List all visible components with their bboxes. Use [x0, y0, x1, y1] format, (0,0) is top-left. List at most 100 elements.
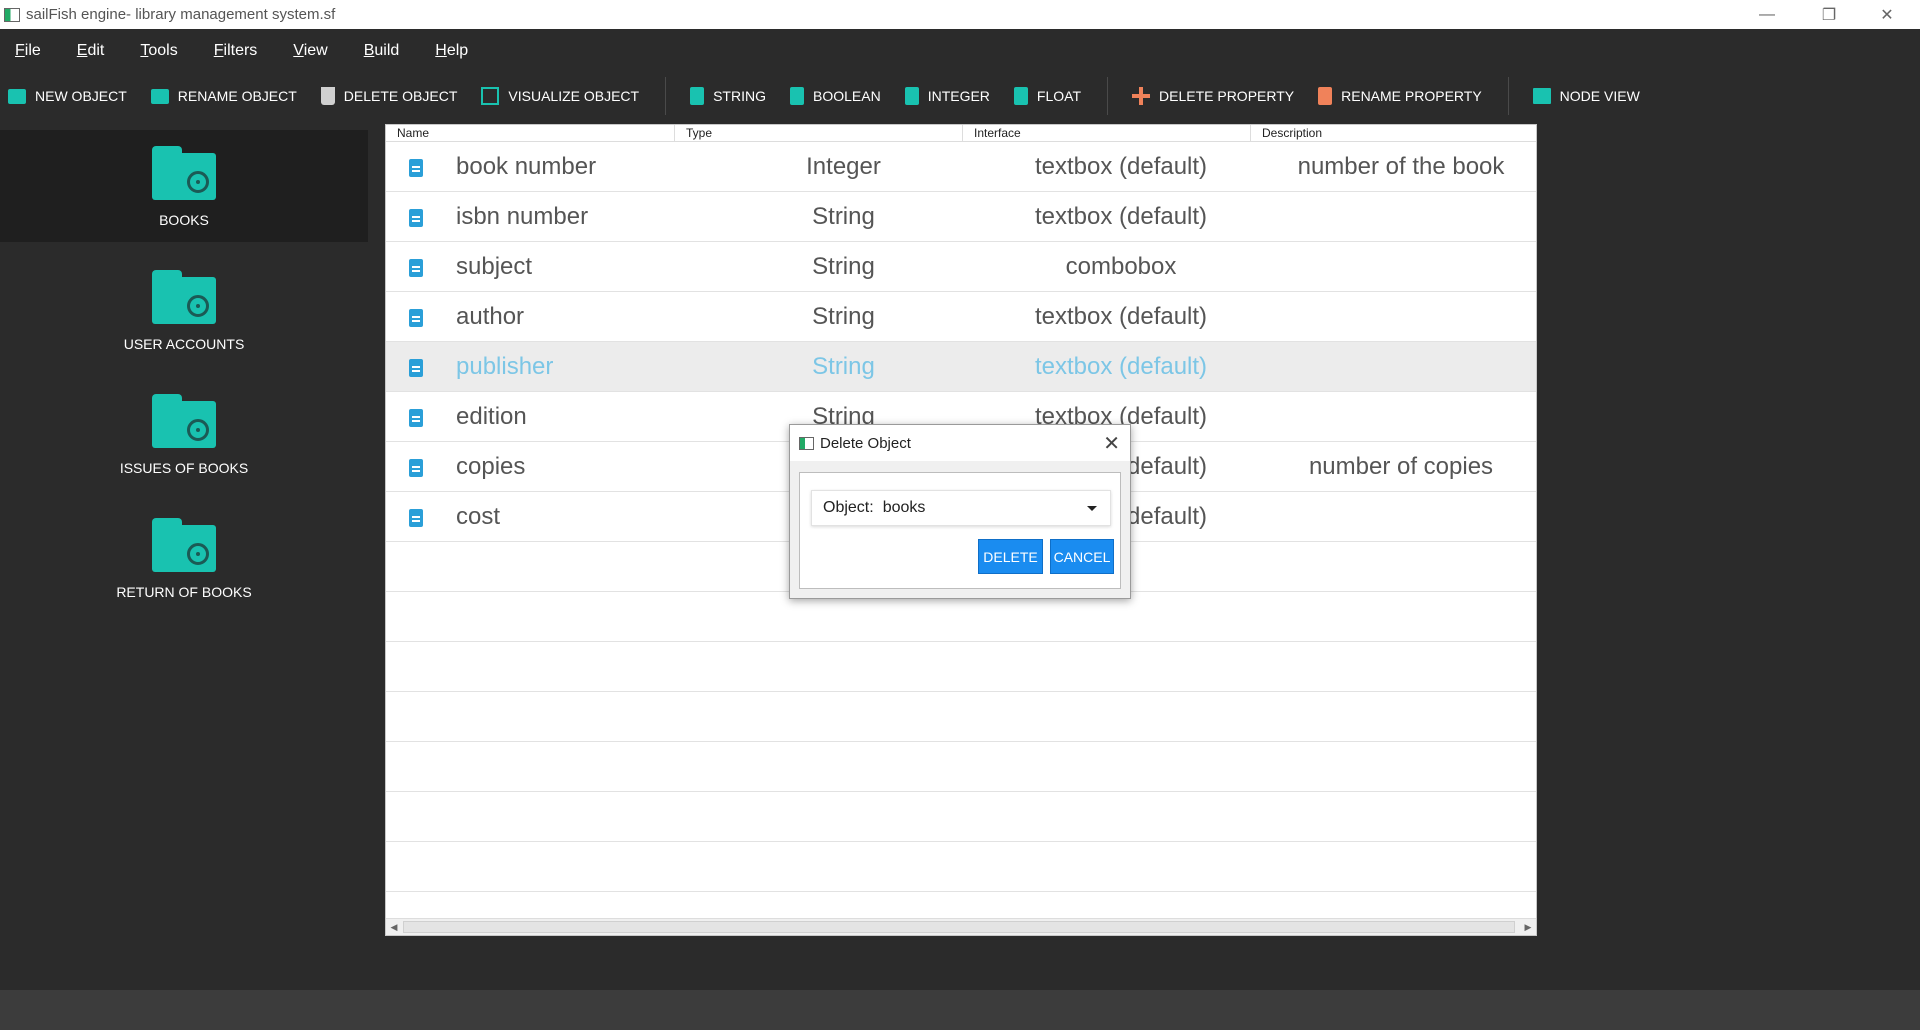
sidebar-item-return-of-books[interactable]: RETURN OF BOOKS: [0, 502, 368, 614]
rename-property-button[interactable]: RENAME PROPERTY: [1318, 87, 1482, 105]
column-header-description[interactable]: Description: [1251, 125, 1536, 141]
visualize-icon: [481, 87, 500, 105]
node-view-button[interactable]: NODE VIEW: [1532, 88, 1640, 104]
node-view-icon: [1532, 88, 1551, 104]
add-integer-button[interactable]: INTEGER: [904, 87, 990, 105]
delete-object-dialog: Delete Object ✕ Object: books DELETE CAN…: [789, 424, 1131, 599]
app-icon: [4, 7, 20, 22]
cell-description: number of copies: [1308, 453, 1494, 480]
column-header-interface[interactable]: Interface: [963, 125, 1251, 141]
string-label: STRING: [713, 88, 766, 104]
boolean-label: BOOLEAN: [812, 88, 881, 104]
document-icon: [409, 459, 423, 477]
document-icon: [409, 359, 423, 377]
cell-type: String: [812, 353, 875, 380]
close-icon[interactable]: ✕: [1103, 431, 1120, 456]
table-row[interactable]: author String textbox (default): [386, 292, 1536, 342]
delete-object-button[interactable]: DELETE OBJECT: [320, 87, 458, 105]
cell-description: [1266, 292, 1536, 342]
cell-name: cost: [456, 503, 501, 530]
rename-property-label: RENAME PROPERTY: [1341, 88, 1482, 104]
empty-row: [386, 692, 1536, 742]
sidebar-item-user-accounts[interactable]: USER ACCOUNTS: [0, 254, 368, 366]
integer-doc-icon: [904, 87, 919, 105]
close-window-button[interactable]: ✕: [1858, 0, 1916, 29]
delete-property-icon: [1132, 87, 1150, 105]
folder-icon: [152, 146, 216, 200]
new-object-label: NEW OBJECT: [35, 88, 127, 104]
document-icon: [409, 209, 423, 227]
delete-object-label: DELETE OBJECT: [343, 88, 458, 104]
object-sidebar: BOOKS USER ACCOUNTS ISSUES OF BOOKS RETU…: [0, 130, 368, 990]
toolbar: NEW OBJECT RENAME OBJECT DELETE OBJECT V…: [0, 72, 1920, 120]
add-float-button[interactable]: FLOAT: [1013, 87, 1081, 105]
sidebar-item-issues-of-books[interactable]: ISSUES OF BOOKS: [0, 378, 368, 490]
menu-help[interactable]: Help: [435, 42, 468, 60]
node-view-label: NODE VIEW: [1559, 88, 1640, 104]
menu-view[interactable]: View: [293, 42, 327, 60]
empty-row: [386, 742, 1536, 792]
cell-description: [1266, 392, 1536, 442]
toolbar-separator: [665, 77, 667, 115]
cell-type: String: [812, 253, 875, 280]
sidebar-item-books[interactable]: BOOKS: [0, 130, 368, 242]
cell-description: [1266, 342, 1536, 392]
column-header-name[interactable]: Name: [386, 125, 675, 141]
table-row[interactable]: isbn number String textbox (default): [386, 192, 1536, 242]
sidebar-item-label: BOOKS: [159, 212, 209, 228]
delete-button[interactable]: DELETE: [978, 539, 1043, 574]
dialog-title: Delete Object: [820, 434, 911, 452]
menu-tools[interactable]: Tools: [140, 42, 177, 60]
table-row-selected[interactable]: publisher String textbox (default): [386, 342, 1536, 392]
document-icon: [409, 259, 423, 277]
cell-type: Integer: [806, 153, 881, 180]
sidebar-item-label: USER ACCOUNTS: [123, 336, 245, 352]
object-select[interactable]: Object: books: [811, 490, 1111, 526]
float-label: FLOAT: [1036, 88, 1081, 104]
empty-row: [386, 842, 1536, 892]
horizontal-scrollbar[interactable]: ◀ ▶: [386, 918, 1536, 935]
cancel-button[interactable]: CANCEL: [1050, 539, 1114, 574]
rename-object-button[interactable]: RENAME OBJECT: [150, 88, 297, 104]
title-bar: sailFish engine- library management syst…: [0, 0, 1920, 29]
cell-name: subject: [456, 253, 533, 280]
dialog-title-bar: Delete Object: [790, 425, 1130, 461]
scroll-left-icon[interactable]: ◀: [386, 919, 402, 935]
new-folder-icon: [8, 88, 26, 104]
minimize-button[interactable]: —: [1738, 0, 1796, 29]
empty-row: [386, 592, 1536, 642]
menu-file[interactable]: File: [15, 42, 41, 60]
integer-label: INTEGER: [927, 88, 990, 104]
column-header-type[interactable]: Type: [675, 125, 963, 141]
scroll-right-icon[interactable]: ▶: [1520, 919, 1536, 935]
add-string-button[interactable]: STRING: [690, 87, 766, 105]
scrollbar-thumb[interactable]: [403, 921, 1515, 933]
sidebar-item-label: ISSUES OF BOOKS: [119, 460, 249, 476]
folder-icon: [152, 270, 216, 324]
empty-row: [386, 792, 1536, 842]
table-row[interactable]: book number Integer textbox (default) nu…: [386, 142, 1536, 192]
delete-property-button[interactable]: DELETE PROPERTY: [1132, 87, 1294, 105]
cell-name: isbn number: [456, 203, 589, 230]
chevron-down-icon: [1087, 506, 1097, 511]
menu-edit[interactable]: Edit: [77, 42, 105, 60]
visualize-object-button[interactable]: VISUALIZE OBJECT: [481, 87, 639, 105]
menu-build[interactable]: Build: [364, 42, 400, 60]
menu-filters[interactable]: Filters: [214, 42, 258, 60]
object-select-value: books: [882, 499, 926, 516]
rename-folder-icon: [150, 88, 169, 104]
document-icon: [409, 409, 423, 427]
cell-name: edition: [456, 403, 527, 430]
cell-interface: textbox (default): [1034, 203, 1208, 230]
toolbar-separator: [1507, 77, 1509, 115]
table-row[interactable]: subject String combobox: [386, 242, 1536, 292]
delete-property-label: DELETE PROPERTY: [1159, 88, 1295, 104]
cell-interface: textbox (default): [1034, 353, 1208, 380]
restore-button[interactable]: ❐: [1800, 0, 1858, 29]
cell-interface: textbox (default): [1034, 303, 1208, 330]
table-header: Name Type Interface Description: [386, 125, 1536, 142]
add-boolean-button[interactable]: BOOLEAN: [789, 87, 881, 105]
new-object-button[interactable]: NEW OBJECT: [8, 88, 127, 104]
boolean-doc-icon: [789, 87, 804, 105]
folder-icon: [152, 394, 216, 448]
